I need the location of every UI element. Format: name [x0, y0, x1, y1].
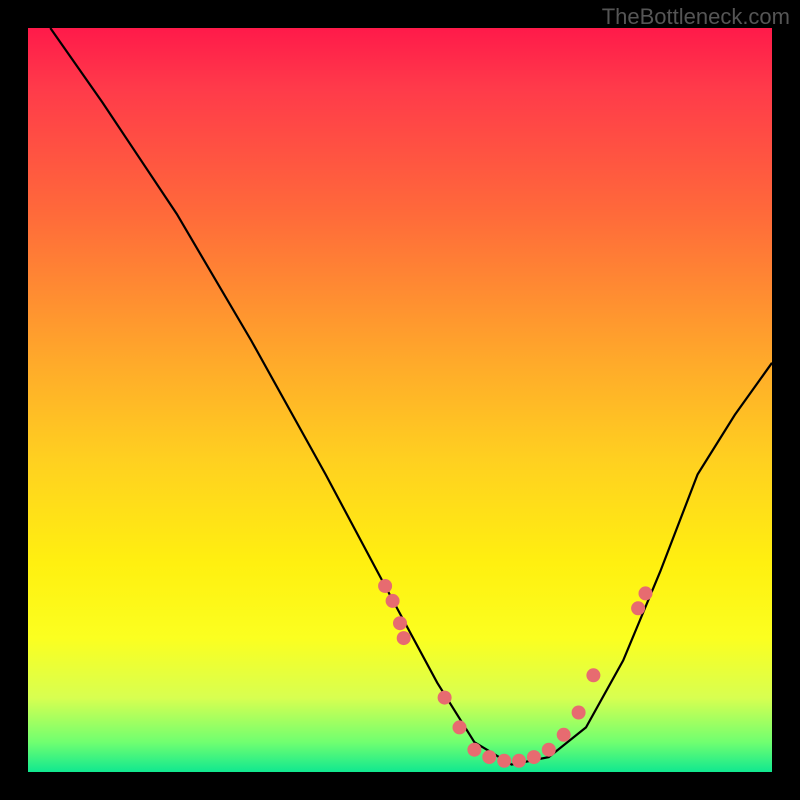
data-marker [397, 631, 411, 645]
chart-svg [28, 28, 772, 772]
data-marker [393, 616, 407, 630]
chart-plot-area [28, 28, 772, 772]
data-marker [572, 706, 586, 720]
bottleneck-curve [50, 28, 772, 765]
data-marker [512, 754, 526, 768]
data-marker [482, 750, 496, 764]
data-marker [386, 594, 400, 608]
data-marker [557, 728, 571, 742]
data-marker [639, 586, 653, 600]
data-marker [542, 743, 556, 757]
watermark-label: TheBottleneck.com [602, 4, 790, 30]
data-marker [438, 691, 452, 705]
data-marker [631, 601, 645, 615]
data-marker [527, 750, 541, 764]
data-marker [453, 720, 467, 734]
data-marker [586, 668, 600, 682]
data-marker [378, 579, 392, 593]
data-marker [467, 743, 481, 757]
data-markers [378, 579, 652, 768]
data-marker [497, 754, 511, 768]
